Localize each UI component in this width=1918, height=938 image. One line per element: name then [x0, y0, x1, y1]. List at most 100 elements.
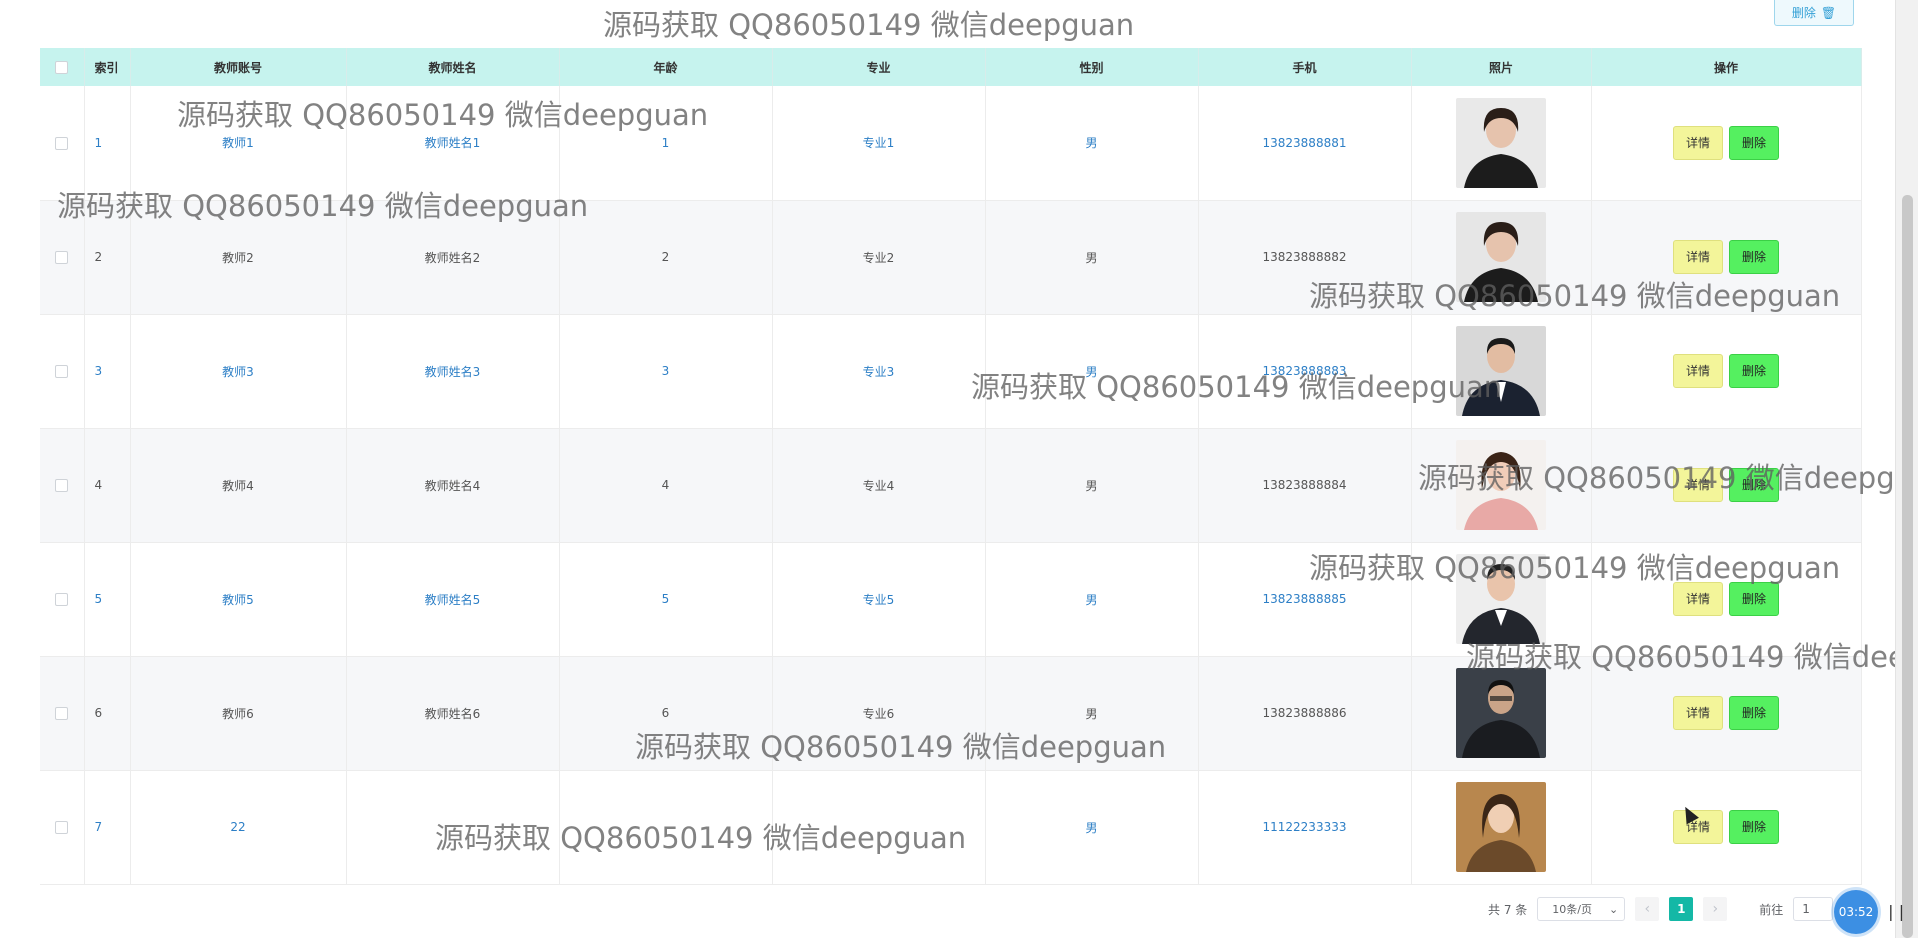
cell-name: 教师姓名5 [346, 542, 560, 657]
cell-name: 教师姓名4 [346, 428, 560, 543]
row-select-cell[interactable] [40, 314, 85, 429]
column-header-phone[interactable]: 手机 [1198, 48, 1412, 86]
row-checkbox[interactable] [55, 707, 69, 720]
column-header-age[interactable]: 年龄 [559, 48, 773, 86]
cell-major: 专业5 [772, 542, 986, 657]
delete-button[interactable]: 删除 [1729, 468, 1780, 502]
cell-phone: 13823888881 [1198, 86, 1412, 201]
column-header-actions: 操作 [1591, 48, 1862, 86]
cell-account: 教师1 [130, 86, 347, 201]
detail-button[interactable]: 详情 [1672, 696, 1723, 730]
teacher-photo[interactable] [1456, 668, 1546, 758]
delete-button[interactable]: 删除 [1729, 354, 1780, 388]
cell-gender: 男 [985, 770, 1199, 885]
teacher-photo[interactable] [1456, 782, 1546, 872]
teacher-photo[interactable] [1456, 554, 1546, 644]
table-row[interactable]: 2 教师2 教师姓名2 2 专业2 男 13823888882 详情 删除 [40, 200, 1862, 315]
teacher-photo[interactable] [1456, 440, 1546, 530]
cell-phone: 13823888886 [1198, 656, 1412, 771]
delete-button[interactable]: 删除 [1729, 240, 1780, 274]
detail-button[interactable]: 详情 [1672, 582, 1723, 616]
cell-actions: 详情 删除 [1591, 770, 1862, 885]
cell-index: 1 [84, 86, 131, 201]
cell-actions: 详情 删除 [1591, 542, 1862, 657]
table-row[interactable]: 3 教师3 教师姓名3 3 专业3 男 13823888883 详情 删除 [40, 314, 1862, 429]
detail-button[interactable]: 详情 [1672, 240, 1723, 274]
vertical-scrollbar[interactable] [1895, 0, 1918, 938]
prev-page-button[interactable]: ‹ [1635, 897, 1660, 921]
batch-delete-button[interactable]: 删除 🗑 [1774, 0, 1854, 26]
page-number-current[interactable]: 1 [1669, 897, 1694, 921]
column-header-index[interactable]: 索引 [84, 48, 131, 86]
teacher-photo[interactable] [1456, 212, 1546, 302]
cell-gender: 男 [985, 542, 1199, 657]
next-page-button[interactable]: › [1703, 897, 1728, 921]
cell-photo [1411, 770, 1592, 885]
cell-major: 专业1 [772, 86, 986, 201]
cell-gender: 男 [985, 314, 1199, 429]
row-checkbox[interactable] [55, 479, 69, 492]
cell-gender: 男 [985, 428, 1199, 543]
cell-index: 5 [84, 542, 131, 657]
cell-gender: 男 [985, 86, 1199, 201]
detail-button[interactable]: 详情 [1672, 468, 1723, 502]
scrollbar-thumb[interactable] [1902, 195, 1913, 938]
delete-button[interactable]: 删除 [1729, 696, 1780, 730]
cell-account: 教师2 [130, 200, 347, 315]
cell-age [559, 770, 773, 885]
cell-photo [1411, 542, 1592, 657]
column-header-name[interactable]: 教师姓名 [346, 48, 560, 86]
cell-name: 教师姓名2 [346, 200, 560, 315]
pause-icon[interactable]: || [1886, 902, 1907, 921]
table-row[interactable]: 1 教师1 教师姓名1 1 专业1 男 13823888881 详情 删除 [40, 86, 1862, 201]
page-size-select[interactable]: 10条/页 ⌄ [1537, 897, 1626, 921]
select-all-checkbox[interactable] [55, 61, 69, 74]
recording-timer[interactable]: 03:52 [1834, 890, 1878, 934]
cell-age: 5 [559, 542, 773, 657]
cell-gender: 男 [985, 200, 1199, 315]
cell-major: 专业6 [772, 656, 986, 771]
row-select-cell[interactable] [40, 86, 85, 201]
teacher-photo[interactable] [1456, 326, 1546, 416]
cell-phone: 13823888883 [1198, 314, 1412, 429]
row-checkbox[interactable] [55, 821, 69, 834]
cell-account: 教师3 [130, 314, 347, 429]
row-select-cell[interactable] [40, 200, 85, 315]
table-row[interactable]: 5 教师5 教师姓名5 5 专业5 男 13823888885 详情 删除 [40, 542, 1862, 657]
cell-actions: 详情 删除 [1591, 200, 1862, 315]
cell-major: 专业4 [772, 428, 986, 543]
delete-button[interactable]: 删除 [1729, 582, 1780, 616]
cell-name: 教师姓名6 [346, 656, 560, 771]
row-checkbox[interactable] [55, 251, 69, 264]
cell-photo [1411, 86, 1592, 201]
row-checkbox[interactable] [55, 365, 69, 378]
table-row[interactable]: 6 教师6 教师姓名6 6 专业6 男 13823888886 详情 删除 [40, 656, 1862, 771]
row-select-cell[interactable] [40, 428, 85, 543]
cell-age: 1 [559, 86, 773, 201]
delete-button[interactable]: 删除 [1729, 810, 1780, 844]
column-header-gender[interactable]: 性别 [985, 48, 1199, 86]
select-all-cell[interactable] [40, 48, 85, 86]
row-select-cell[interactable] [40, 656, 85, 771]
column-header-major[interactable]: 专业 [772, 48, 986, 86]
detail-button[interactable]: 详情 [1672, 354, 1723, 388]
row-select-cell[interactable] [40, 770, 85, 885]
cell-name [346, 770, 560, 885]
cell-phone: 13823888885 [1198, 542, 1412, 657]
goto-page-input[interactable]: 1 [1793, 897, 1834, 921]
row-checkbox[interactable] [55, 593, 69, 606]
delete-button[interactable]: 删除 [1729, 125, 1780, 160]
table-row[interactable]: 4 教师4 教师姓名4 4 专业4 男 13823888884 详情 删除 [40, 428, 1862, 543]
cell-age: 3 [559, 314, 773, 429]
cell-age: 2 [559, 200, 773, 315]
teacher-photo[interactable] [1456, 97, 1546, 188]
table-row[interactable]: 7 22 男 11122233333 详情 删除 [40, 770, 1862, 885]
row-checkbox[interactable] [55, 136, 69, 150]
column-header-account[interactable]: 教师账号 [130, 48, 347, 86]
cell-index: 7 [84, 770, 131, 885]
goto-label: 前往 [1759, 902, 1784, 917]
cell-actions: 详情 删除 [1591, 656, 1862, 771]
row-select-cell[interactable] [40, 542, 85, 657]
cell-major: 专业2 [772, 200, 986, 315]
detail-button[interactable]: 详情 [1672, 125, 1723, 160]
